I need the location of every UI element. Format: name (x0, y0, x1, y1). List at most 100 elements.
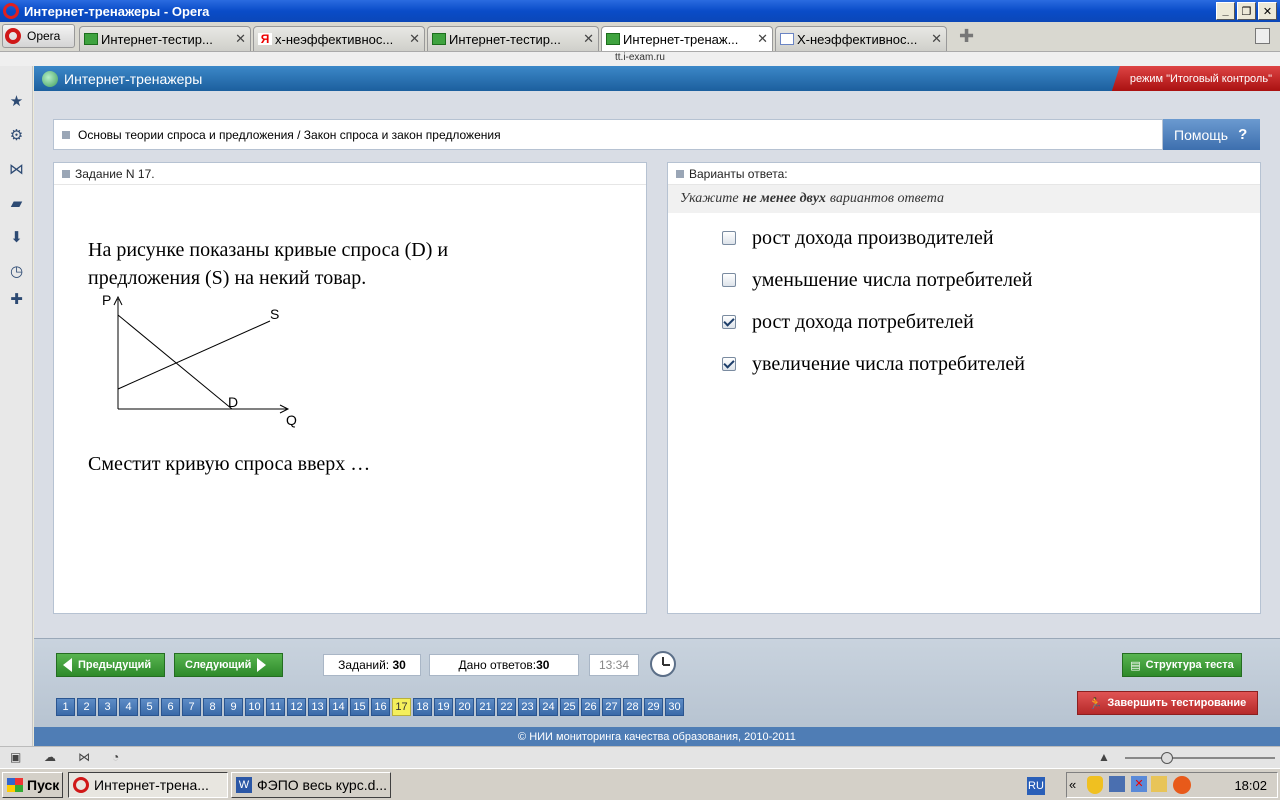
network-icon[interactable] (1109, 776, 1125, 792)
task-number-button[interactable]: 6 (161, 698, 180, 716)
trash-icon[interactable] (1255, 28, 1270, 44)
answers-hint: Укажите не менее двух вариантов ответа (668, 185, 1260, 213)
task-number-button[interactable]: 5 (140, 698, 159, 716)
network-disconnected-icon[interactable]: ✕ (1131, 776, 1147, 792)
browser-tab[interactable]: Интернет-тестир... ✕ (79, 26, 251, 51)
task-number-button[interactable]: 28 (623, 698, 642, 716)
restore-button[interactable]: ❐ (1237, 2, 1256, 20)
tray-clock: 18:02 (1234, 778, 1267, 793)
unite-share-icon[interactable]: ⋈ (9, 162, 24, 177)
task-number-button[interactable]: 26 (581, 698, 600, 716)
unite-icon[interactable]: ⋈ (78, 751, 92, 763)
task-number-button[interactable]: 14 (329, 698, 348, 716)
zoom-knob[interactable] (1161, 752, 1173, 764)
checkbox-unchecked[interactable] (722, 231, 736, 245)
taskbar-item-opera[interactable]: Интернет-трена... (68, 772, 228, 798)
cloud-icon[interactable]: ☁ (44, 751, 58, 763)
downloads-icon[interactable]: ⬇ (9, 230, 24, 245)
task-number-button[interactable]: 30 (665, 698, 684, 716)
bookmarks-star-icon[interactable]: ★ (9, 94, 24, 109)
new-tab-icon[interactable]: ✚ (959, 26, 974, 47)
task-number-button[interactable]: 22 (497, 698, 516, 716)
help-button[interactable]: Помощь ? (1163, 119, 1260, 150)
task-number-button[interactable]: 12 (287, 698, 306, 716)
language-indicator[interactable]: RU (1027, 777, 1045, 795)
start-button[interactable]: Пуск (2, 772, 63, 798)
turbo-icon[interactable]: ◔ (112, 751, 126, 763)
close-window-button[interactable]: ✕ (1258, 2, 1277, 20)
answered-count: 30 (536, 658, 550, 672)
task-number-button[interactable]: 19 (434, 698, 453, 716)
square-bullet-icon (62, 169, 70, 178)
shield-icon[interactable] (1087, 776, 1103, 794)
add-panel-icon[interactable]: ✚ (9, 292, 24, 307)
task-number-button[interactable]: 10 (245, 698, 264, 716)
tab-label: Интернет-тестир... (449, 31, 561, 47)
task-number-button[interactable]: 24 (539, 698, 558, 716)
timer-box: 13:34 (589, 654, 639, 676)
browser-tab[interactable]: Интернет-тестир... ✕ (427, 26, 599, 51)
taskbar-item-word[interactable]: W ФЭПО весь курс.d... (231, 772, 391, 798)
task-number-button[interactable]: 18 (413, 698, 432, 716)
task-number-button[interactable]: 1 (56, 698, 75, 716)
hint-post: вариантов ответа (829, 191, 944, 206)
task-number-button[interactable]: 29 (644, 698, 663, 716)
task-number-button[interactable]: 23 (518, 698, 537, 716)
browser-tab-active[interactable]: Интернет-тренаж... ✕ (601, 26, 773, 51)
checkbox-checked[interactable] (722, 357, 736, 371)
opera-menu-button[interactable]: Opera (2, 24, 75, 48)
list-icon: ▤ (1130, 659, 1141, 672)
task-number-button[interactable]: 21 (476, 698, 495, 716)
answer-option[interactable]: рост дохода производителей (722, 225, 994, 251)
close-tab-icon[interactable]: ✕ (583, 31, 594, 47)
task-number-button[interactable]: 8 (203, 698, 222, 716)
task-number-button[interactable]: 11 (266, 698, 285, 716)
task-number-button[interactable]: 3 (98, 698, 117, 716)
opera-logo-icon (3, 3, 19, 19)
answer-option[interactable]: уменьшение числа потребителей (722, 267, 1033, 293)
breadcrumb: Основы теории спроса и предложения / Зак… (53, 119, 1163, 150)
close-tab-icon[interactable]: ✕ (757, 31, 768, 47)
task-number-button[interactable]: 25 (560, 698, 579, 716)
printer-icon[interactable] (1151, 776, 1167, 792)
checkbox-unchecked[interactable] (722, 273, 736, 287)
task-question: Сместит кривую спроса вверх … (88, 453, 371, 475)
finish-test-button[interactable]: 🏃 Завершить тестирование (1077, 691, 1258, 715)
antivirus-icon[interactable] (1173, 776, 1191, 794)
next-button[interactable]: Следующий (174, 653, 283, 677)
answer-option[interactable]: рост дохода потребителей (722, 309, 974, 335)
minimize-button[interactable]: _ (1216, 2, 1235, 20)
clock-icon (650, 651, 676, 677)
view-icon[interactable]: ▲ (1098, 751, 1112, 763)
close-tab-icon[interactable]: ✕ (235, 31, 246, 47)
answer-option[interactable]: увеличение числа потребителей (722, 351, 1025, 377)
previous-button[interactable]: Предыдущий (56, 653, 165, 677)
zoom-slider[interactable] (1125, 752, 1275, 764)
history-clock-icon[interactable]: ◷ (9, 264, 24, 279)
widgets-gear-icon[interactable]: ⚙ (9, 128, 24, 143)
close-tab-icon[interactable]: ✕ (409, 31, 420, 47)
windows-logo-icon (7, 778, 23, 792)
browser-tab[interactable]: Х-неэффективнос... ✕ (775, 26, 947, 51)
task-number-button[interactable]: 20 (455, 698, 474, 716)
tray-expand-icon[interactable]: « (1069, 777, 1076, 792)
tab-label: Интернет-тестир... (101, 31, 213, 47)
checkbox-checked[interactable] (722, 315, 736, 329)
task-number-button[interactable]: 13 (308, 698, 327, 716)
task-number-current[interactable]: 17 (392, 698, 411, 716)
task-number-button[interactable]: 4 (119, 698, 138, 716)
task-number-button[interactable]: 2 (77, 698, 96, 716)
arrow-left-icon (63, 658, 72, 672)
finish-label: Завершить тестирование (1107, 697, 1247, 709)
browser-tab[interactable]: Я х-неэффективнос... ✕ (253, 26, 425, 51)
notes-icon[interactable]: ▰ (9, 196, 24, 211)
task-number-button[interactable]: 27 (602, 698, 621, 716)
hint-bold: не менее двух (742, 191, 826, 206)
test-structure-button[interactable]: ▤ Структура теста (1122, 653, 1242, 677)
close-tab-icon[interactable]: ✕ (931, 31, 942, 47)
task-number-button[interactable]: 15 (350, 698, 369, 716)
task-number-button[interactable]: 7 (182, 698, 201, 716)
panel-toggle-icon[interactable]: ▣ (10, 751, 24, 763)
task-number-button[interactable]: 16 (371, 698, 390, 716)
task-number-button[interactable]: 9 (224, 698, 243, 716)
